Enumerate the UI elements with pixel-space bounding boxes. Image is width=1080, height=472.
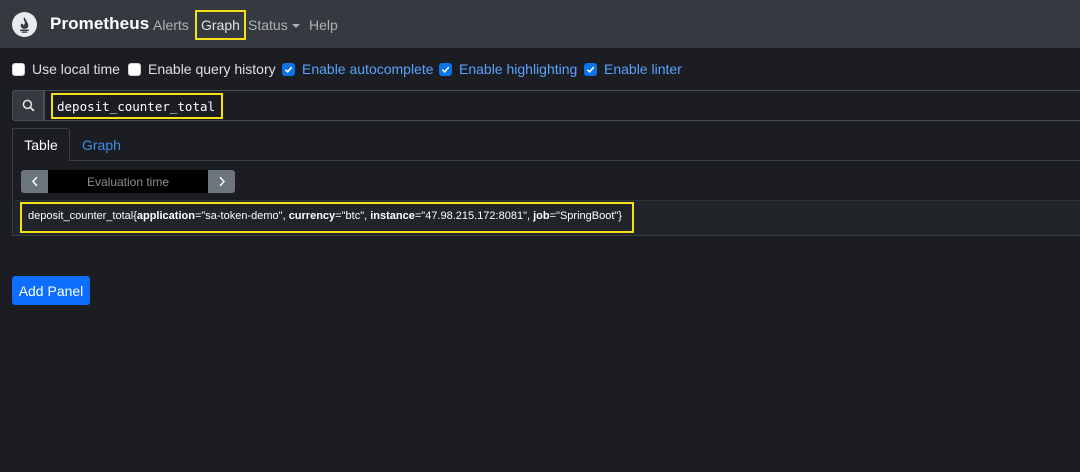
execute-search-button[interactable]	[12, 90, 44, 121]
tabs-divider	[12, 160, 1080, 161]
enable-query-history-label: Enable query history	[148, 61, 276, 77]
search-icon	[22, 99, 34, 112]
use-local-time-option[interactable]: Use local time	[12, 61, 120, 77]
nav-help[interactable]: Help	[309, 17, 338, 33]
label-value-application: "sa-token-demo"	[201, 210, 283, 222]
label-value-job: "SpringBoot"	[556, 210, 619, 222]
enable-query-history-checkbox[interactable]	[128, 62, 141, 76]
label-close-brace: }	[618, 210, 622, 222]
tab-graph[interactable]: Graph	[82, 137, 121, 153]
label-key-instance: instance	[370, 210, 415, 222]
evaluation-time-prev-button[interactable]	[21, 170, 48, 193]
evaluation-time-next-button[interactable]	[208, 170, 235, 193]
prometheus-logo-icon[interactable]	[12, 12, 37, 37]
query-expression-text[interactable]: deposit_counter_total	[51, 93, 223, 119]
top-navbar: Prometheus Alerts Graph Status Help	[0, 0, 1080, 48]
nav-graph[interactable]: Graph	[195, 10, 246, 40]
label-value-instance: "47.98.215.172:8081"	[421, 210, 527, 222]
caret-down-icon	[291, 24, 300, 28]
use-local-time-label: Use local time	[32, 61, 120, 77]
nav-status[interactable]: Status	[248, 17, 300, 33]
series-label: deposit_counter_total{application="sa-to…	[20, 202, 634, 233]
enable-highlighting-checkbox[interactable]	[439, 62, 452, 76]
use-local-time-checkbox[interactable]	[12, 62, 25, 76]
label-value-currency: "btc"	[341, 210, 365, 222]
nav-alerts[interactable]: Alerts	[153, 17, 189, 33]
evaluation-time-input[interactable]: Evaluation time	[48, 170, 208, 193]
label-key-job: job	[533, 210, 550, 222]
chevron-right-icon	[218, 176, 225, 187]
check-icon	[441, 66, 450, 73]
label-key-currency: currency	[288, 210, 336, 222]
label-key-application: application	[136, 210, 195, 222]
enable-query-history-option[interactable]: Enable query history	[128, 61, 276, 77]
add-panel-button[interactable]: Add Panel	[12, 276, 90, 305]
check-icon	[284, 66, 293, 73]
metric-name: deposit_counter_total	[28, 210, 134, 222]
enable-autocomplete-checkbox[interactable]	[282, 62, 295, 76]
enable-autocomplete-option[interactable]: Enable autocomplete	[282, 61, 434, 77]
enable-linter-option[interactable]: Enable linter	[584, 61, 682, 77]
enable-autocomplete-label: Enable autocomplete	[302, 61, 434, 77]
nav-status-label: Status	[248, 17, 288, 33]
enable-linter-label: Enable linter	[604, 61, 682, 77]
enable-highlighting-option[interactable]: Enable highlighting	[439, 61, 577, 77]
brand-title[interactable]: Prometheus	[50, 14, 149, 34]
tab-table[interactable]: Table	[12, 128, 70, 161]
check-icon	[586, 66, 595, 73]
chevron-left-icon	[31, 176, 38, 187]
enable-highlighting-label: Enable highlighting	[459, 61, 578, 77]
enable-linter-checkbox[interactable]	[584, 62, 597, 76]
